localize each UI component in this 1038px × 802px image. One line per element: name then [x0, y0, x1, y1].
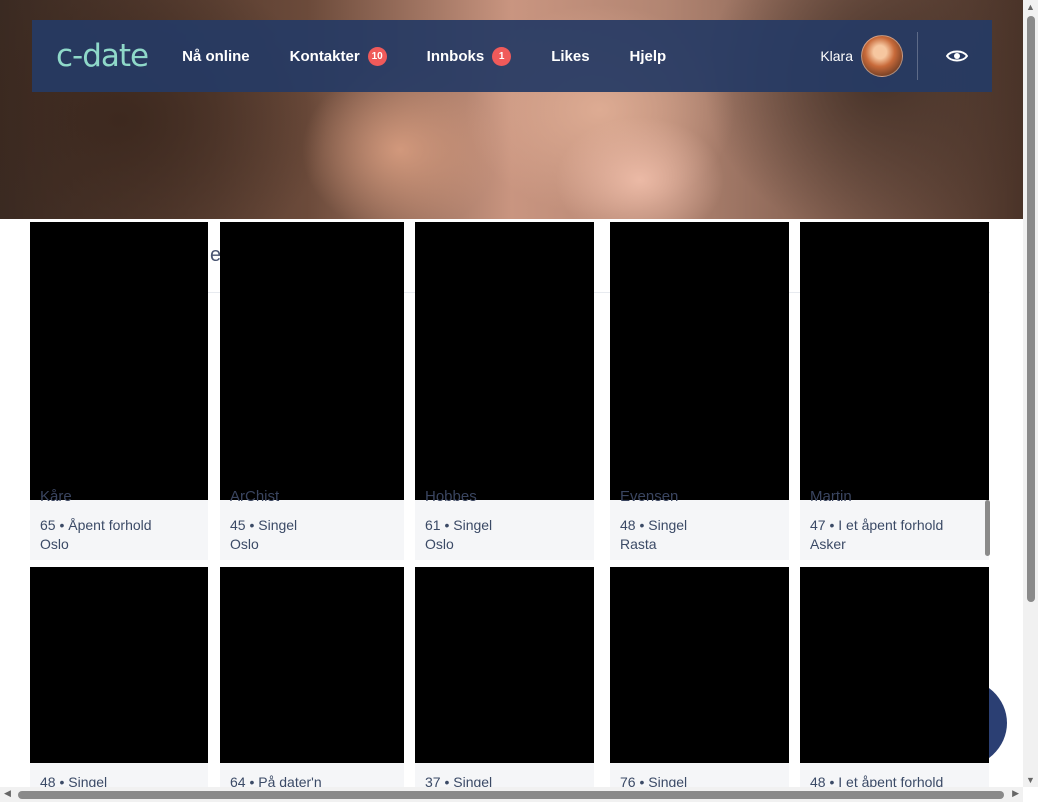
nav-inbox-label: Innboks [426, 47, 485, 65]
nav-contacts-label: Kontakter [289, 47, 360, 65]
profile-name: Martin [810, 488, 852, 505]
profile-card[interactable]: Hobbes 61 • Singel Oslo [415, 222, 594, 560]
profile-photo[interactable] [800, 567, 989, 763]
scroll-right-arrow-icon[interactable]: ▶ [1012, 788, 1019, 799]
nav-now-online[interactable]: Nå online [182, 48, 250, 65]
profile-name: Kåre [40, 488, 72, 505]
inbox-count-badge: 1 [492, 46, 512, 66]
profile-city: Oslo [425, 536, 454, 552]
user-menu: Klara [820, 20, 968, 92]
profile-photo[interactable] [800, 222, 989, 500]
profile-card[interactable]: 48 • Singel [30, 567, 208, 790]
profile-photo[interactable] [30, 567, 208, 763]
contacts-count-badge: 10 [367, 46, 387, 66]
profile-city: Asker [810, 536, 846, 552]
profile-photo[interactable] [220, 222, 404, 500]
profile-info: 48 • Singel [620, 517, 688, 533]
user-name[interactable]: Klara [820, 48, 853, 64]
profile-meta: 45 • Singel Oslo [230, 516, 297, 554]
scroll-left-arrow-icon[interactable]: ◀ [4, 788, 11, 799]
profile-photo[interactable] [610, 567, 789, 763]
horizontal-scrollbar[interactable]: ◀ ▶ [0, 787, 1023, 802]
profile-city: Oslo [230, 536, 259, 552]
profile-name: Evensen [620, 488, 679, 505]
profile-card[interactable]: 48 • I et åpent forhold [800, 567, 989, 790]
profile-photo[interactable] [610, 222, 789, 500]
profile-card[interactable]: Evensen 48 • Singel Rasta [610, 222, 789, 560]
scroll-down-arrow-icon[interactable]: ▼ [1026, 775, 1035, 785]
nav-likes-label: Likes [551, 47, 590, 65]
profile-meta: 47 • I et åpent forhold Asker [810, 516, 943, 554]
profile-info: 47 • I et åpent forhold [810, 517, 944, 533]
profile-meta: 61 • Singel Oslo [425, 516, 492, 554]
vertical-scrollbar[interactable]: ▲ ▼ [1023, 0, 1038, 787]
card-grid-scrollbar[interactable] [985, 500, 990, 556]
nav-help-label: Hjelp [629, 47, 667, 65]
top-navbar: c-date Nå online Kontakter 10 Innboks 1 … [32, 20, 992, 92]
profile-card[interactable]: 76 • Singel [610, 567, 789, 790]
profile-card[interactable]: 64 • På dater'n [220, 567, 404, 790]
profile-name: Hobbes [425, 488, 477, 505]
profile-city: Rasta [620, 536, 657, 552]
nav-inbox[interactable]: Innboks 1 [426, 46, 512, 66]
profile-card[interactable]: 37 • Singel [415, 567, 594, 790]
nav-now-online-label: Nå online [182, 47, 250, 65]
profile-info: 65 • Åpent forhold [40, 517, 152, 533]
profile-card[interactable]: ArChist 45 • Singel Oslo [220, 222, 404, 560]
profile-city: Oslo [40, 536, 69, 552]
profile-meta: 48 • Singel Rasta [620, 516, 687, 554]
user-avatar[interactable] [861, 35, 903, 77]
profile-meta: 65 • Åpent forhold Oslo [40, 516, 152, 554]
profile-name: ArChist [230, 488, 280, 505]
profile-photo[interactable] [415, 222, 594, 500]
vertical-scroll-thumb[interactable] [1027, 16, 1035, 602]
profile-card[interactable]: Kåre 65 • Åpent forhold Oslo [30, 222, 208, 560]
c-date-logo[interactable]: c-date [56, 38, 149, 74]
eye-icon[interactable] [946, 49, 968, 63]
nav-likes[interactable]: Likes [551, 48, 589, 65]
profile-info: 61 • Singel [425, 517, 493, 533]
horizontal-scroll-thumb[interactable] [18, 791, 1004, 799]
nav-divider [917, 32, 918, 80]
scroll-up-arrow-icon[interactable]: ▲ [1026, 2, 1035, 12]
profile-photo[interactable] [30, 222, 208, 500]
profile-photo[interactable] [220, 567, 404, 763]
profile-card[interactable]: Martin 47 • I et åpent forhold Asker [800, 222, 989, 560]
profile-info: 45 • Singel [230, 517, 298, 533]
nav-help[interactable]: Hjelp [630, 48, 667, 65]
profile-photo[interactable] [415, 567, 594, 763]
nav-contacts[interactable]: Kontakter 10 [289, 46, 387, 66]
